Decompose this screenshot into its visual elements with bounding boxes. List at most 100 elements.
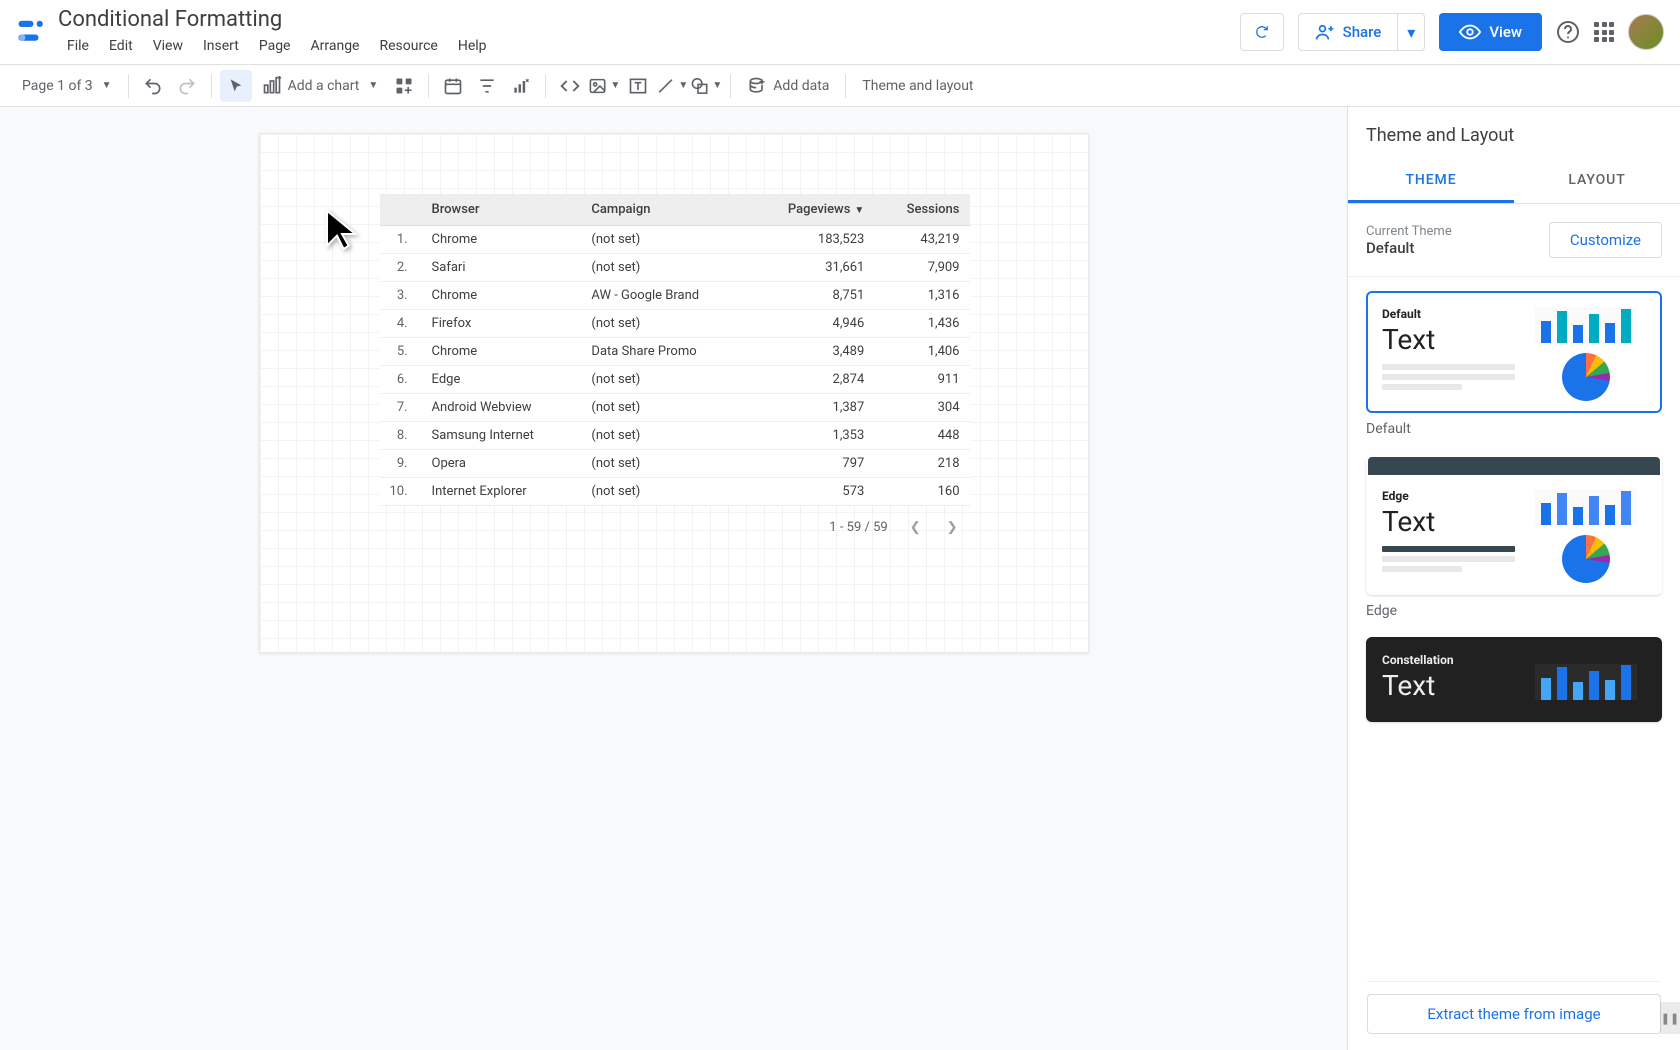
- share-button[interactable]: Share: [1298, 13, 1398, 51]
- table-row[interactable]: 7.Android Webview(not set)1,387304: [380, 394, 970, 422]
- separator: [211, 74, 212, 98]
- page-selector-label: Page 1 of 3: [22, 78, 93, 94]
- cell-sessions: 218: [874, 450, 969, 478]
- cell-pageviews: 2,874: [748, 366, 874, 394]
- pause-icon[interactable]: ❚❚: [1660, 1002, 1680, 1034]
- filter-control-button[interactable]: [471, 70, 503, 102]
- data-control-button[interactable]: [505, 70, 537, 102]
- share-dropdown-button[interactable]: ▾: [1397, 13, 1425, 51]
- theme-list[interactable]: Default Text Default Edge: [1348, 277, 1680, 1050]
- table-row[interactable]: 10.Internet Explorer(not set)573160: [380, 478, 970, 506]
- add-data-button[interactable]: Add data: [739, 72, 837, 100]
- cell-index: 9.: [380, 450, 422, 478]
- panel-tabs: THEME LAYOUT: [1348, 160, 1680, 204]
- date-range-button[interactable]: [437, 70, 469, 102]
- cell-campaign: (not set): [581, 450, 748, 478]
- table-row[interactable]: 9.Opera(not set)797218: [380, 450, 970, 478]
- table-row[interactable]: 5.ChromeData Share Promo3,4891,406: [380, 338, 970, 366]
- customize-button[interactable]: Customize: [1549, 222, 1662, 258]
- pager-next-button[interactable]: ❯: [943, 516, 962, 539]
- image-button[interactable]: ▼: [588, 70, 620, 102]
- selection-tool-button[interactable]: [220, 70, 252, 102]
- cell-browser: Chrome: [422, 226, 582, 254]
- table-row[interactable]: 8.Samsung Internet(not set)1,353448: [380, 422, 970, 450]
- page-selector[interactable]: Page 1 of 3 ▼: [14, 74, 120, 98]
- chevron-down-icon: ▼: [678, 80, 688, 91]
- cell-pageviews: 31,661: [748, 254, 874, 282]
- chevron-down-icon: ▼: [712, 80, 722, 91]
- theme-preview-text: Text: [1382, 323, 1515, 356]
- cell-pageviews: 183,523: [748, 226, 874, 254]
- menu-help[interactable]: Help: [449, 34, 496, 58]
- menu-page[interactable]: Page: [250, 34, 300, 58]
- redo-button[interactable]: [171, 70, 203, 102]
- view-label: View: [1489, 23, 1522, 41]
- text-button[interactable]: [622, 70, 654, 102]
- pager-prev-button[interactable]: ❮: [906, 516, 925, 539]
- canvas-viewport[interactable]: Browser Campaign Pageviews▼ Sessions 1.C…: [0, 107, 1347, 1050]
- cell-pageviews: 573: [748, 478, 874, 506]
- theme-card-default[interactable]: Default Text: [1366, 291, 1662, 413]
- extract-theme-button[interactable]: Extract theme from image: [1367, 994, 1661, 1034]
- header-pageviews[interactable]: Pageviews▼: [748, 194, 874, 226]
- cell-campaign: (not set): [581, 226, 748, 254]
- current-theme-section: Current Theme Default Customize: [1348, 204, 1680, 277]
- theme-label-edge: Edge: [1366, 603, 1662, 619]
- cell-sessions: 304: [874, 394, 969, 422]
- menu-edit[interactable]: Edit: [100, 34, 142, 58]
- table-row[interactable]: 3.ChromeAW - Google Brand8,7511,316: [380, 282, 970, 310]
- cell-pageviews: 1,353: [748, 422, 874, 450]
- tab-theme[interactable]: THEME: [1348, 160, 1514, 203]
- cell-sessions: 1,436: [874, 310, 969, 338]
- cell-index: 2.: [380, 254, 422, 282]
- refresh-button[interactable]: [1240, 13, 1284, 51]
- table-row[interactable]: 4.Firefox(not set)4,9461,436: [380, 310, 970, 338]
- separator: [545, 74, 546, 98]
- panel-title: Theme and Layout: [1348, 107, 1680, 160]
- add-chart-button[interactable]: Add a chart ▼: [254, 72, 387, 100]
- header-index: [380, 194, 422, 226]
- sort-desc-icon: ▼: [854, 205, 864, 216]
- menu-arrange[interactable]: Arrange: [302, 34, 369, 58]
- theme-card-edge[interactable]: Edge Text: [1366, 455, 1662, 595]
- separator: [730, 74, 731, 98]
- cell-sessions: 160: [874, 478, 969, 506]
- table-row[interactable]: 1.Chrome(not set)183,52343,219: [380, 226, 970, 254]
- header-sessions[interactable]: Sessions: [874, 194, 969, 226]
- cell-browser: Opera: [422, 450, 582, 478]
- undo-button[interactable]: [137, 70, 169, 102]
- theme-preview-name: Constellation: [1382, 653, 1515, 667]
- app-logo-icon: [16, 17, 46, 47]
- menu-insert[interactable]: Insert: [194, 34, 248, 58]
- view-button[interactable]: View: [1439, 13, 1542, 51]
- cell-campaign: (not set): [581, 478, 748, 506]
- cell-sessions: 7,909: [874, 254, 969, 282]
- table-row[interactable]: 2.Safari(not set)31,6617,909: [380, 254, 970, 282]
- menu-resource[interactable]: Resource: [370, 34, 446, 58]
- menubar: File Edit View Insert Page Arrange Resou…: [58, 34, 1240, 58]
- menu-view[interactable]: View: [144, 34, 192, 58]
- user-avatar[interactable]: [1628, 14, 1664, 50]
- theme-layout-button[interactable]: Theme and layout: [854, 74, 981, 98]
- cell-index: 7.: [380, 394, 422, 422]
- add-data-label: Add data: [773, 78, 829, 94]
- url-embed-button[interactable]: [554, 70, 586, 102]
- theme-card-constellation[interactable]: Constellation Text: [1366, 637, 1662, 722]
- report-canvas[interactable]: Browser Campaign Pageviews▼ Sessions 1.C…: [259, 133, 1089, 653]
- header-campaign[interactable]: Campaign: [581, 194, 748, 226]
- menu-file[interactable]: File: [58, 34, 98, 58]
- theme-preview-text: Text: [1382, 505, 1515, 538]
- cursor-icon: [322, 207, 362, 251]
- apps-grid-icon[interactable]: [1594, 22, 1614, 42]
- line-button[interactable]: ▼: [656, 70, 688, 102]
- header-browser[interactable]: Browser: [422, 194, 582, 226]
- table-row[interactable]: 6.Edge(not set)2,874911: [380, 366, 970, 394]
- document-title[interactable]: Conditional Formatting: [58, 7, 1240, 32]
- help-icon[interactable]: [1556, 20, 1580, 44]
- chevron-down-icon: ▼: [102, 80, 112, 91]
- shape-button[interactable]: ▼: [690, 70, 722, 102]
- community-viz-button[interactable]: [388, 70, 420, 102]
- cell-pageviews: 8,751: [748, 282, 874, 310]
- tab-layout[interactable]: LAYOUT: [1514, 160, 1680, 203]
- table-chart[interactable]: Browser Campaign Pageviews▼ Sessions 1.C…: [380, 194, 970, 539]
